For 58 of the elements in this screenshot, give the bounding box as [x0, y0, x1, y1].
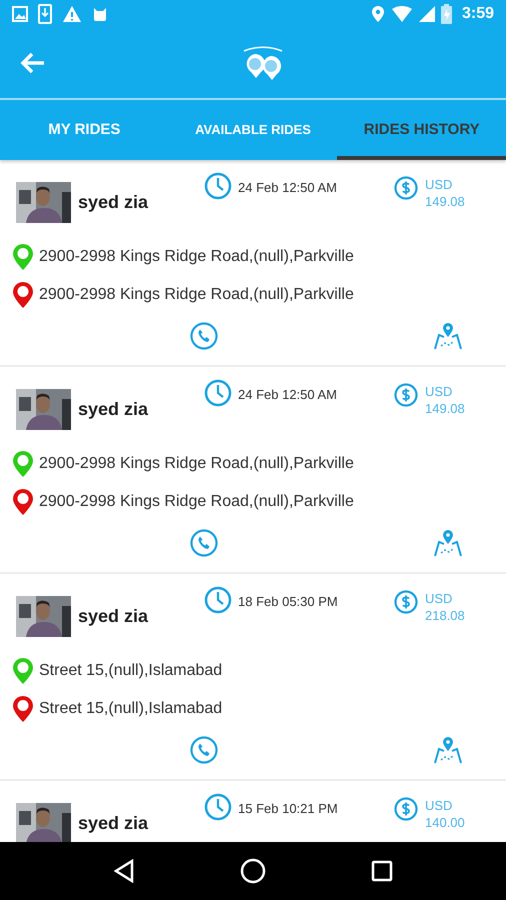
dropoff-pin-icon [12, 281, 34, 309]
image-icon [12, 6, 28, 22]
pickup-address: Street 15,(null),Islamabad [39, 662, 222, 680]
signal-icon [418, 6, 435, 22]
tab[interactable]: AVAILABLE RIDES [168, 100, 338, 160]
battery-icon [440, 4, 452, 24]
home-nav-button[interactable] [240, 858, 266, 884]
dollar-icon [394, 590, 418, 614]
location-icon [370, 4, 385, 22]
dollar-icon [394, 383, 418, 407]
back-nav-button[interactable] [112, 859, 135, 883]
call-button[interactable] [190, 322, 218, 350]
ride-datetime: 24 Feb 12:50 AM [238, 180, 338, 195]
fare-amount: 140.00 [425, 814, 465, 831]
rider-name: syed zia [78, 192, 148, 213]
dropoff-address: Street 15,(null),Islamabad [39, 700, 222, 718]
ride-datetime: 18 Feb 05:30 PM [238, 594, 338, 609]
pickup-pin-icon [12, 450, 34, 478]
rider-name: syed zia [78, 813, 148, 834]
dollar-icon [394, 176, 418, 200]
wifi-icon [390, 6, 413, 22]
rider-name: syed zia [78, 606, 148, 627]
currency-label: USD [425, 590, 454, 607]
phone-download-icon [38, 4, 52, 24]
pickup-address: 2900-2998 Kings Ridge Road,(null),Parkville [39, 248, 354, 266]
ride-datetime: 15 Feb 10:21 PM [238, 801, 338, 816]
ride-datetime: 24 Feb 12:50 AM [238, 387, 338, 402]
dollar-icon [394, 797, 418, 821]
clock-icon [204, 379, 232, 407]
tab[interactable]: MY RIDES [0, 100, 169, 160]
clock-icon [204, 793, 232, 821]
dropoff-address: 2900-2998 Kings Ridge Road,(null),Parkville [39, 286, 354, 304]
fare-amount: 218.08 [425, 607, 465, 624]
warning-icon [62, 4, 82, 22]
rider-name: syed zia [78, 399, 148, 420]
clock-icon [204, 172, 232, 200]
route-map-button[interactable] [432, 528, 464, 558]
currency-label: USD [425, 797, 454, 814]
recents-nav-button[interactable] [371, 860, 394, 882]
dropoff-pin-icon [12, 695, 34, 723]
route-map-button[interactable] [432, 735, 464, 765]
dropoff-pin-icon [12, 488, 34, 516]
fare-amount: 149.08 [425, 193, 465, 210]
pickup-pin-icon [12, 657, 34, 685]
dropoff-address: 2900-2998 Kings Ridge Road,(null),Parkville [39, 493, 354, 511]
currency-label: USD [425, 176, 454, 193]
route-map-button[interactable] [432, 321, 464, 351]
pickup-address: 2900-2998 Kings Ridge Road,(null),Parkville [39, 455, 354, 473]
fare-amount: 149.08 [425, 400, 465, 417]
call-button[interactable] [190, 736, 218, 764]
clock-time: 3:59 [462, 4, 494, 22]
currency-label: USD [425, 383, 454, 400]
pickup-pin-icon [12, 243, 34, 271]
logo-icon [242, 45, 284, 81]
android-icon [92, 6, 108, 22]
back-button[interactable] [20, 52, 46, 74]
clock-icon [204, 586, 232, 614]
call-button[interactable] [190, 529, 218, 557]
